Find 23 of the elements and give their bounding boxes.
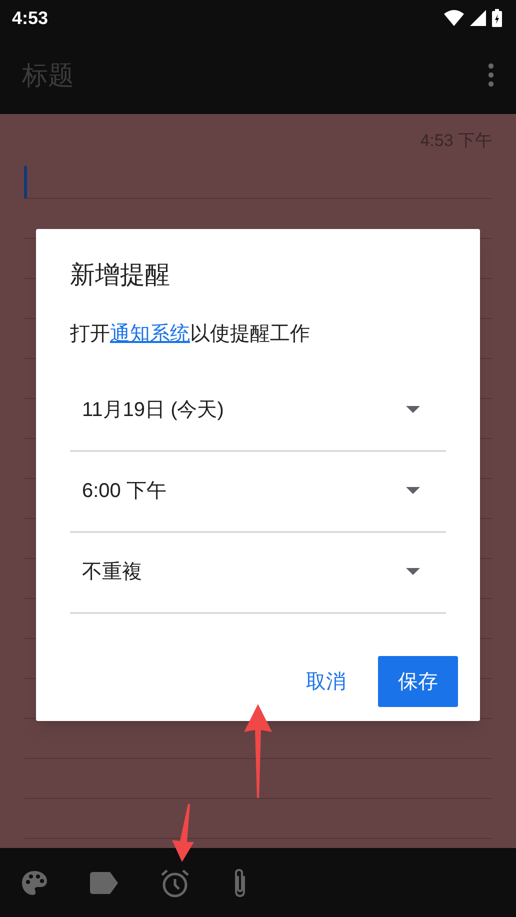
notification-settings-link[interactable]: 通知系统: [110, 322, 190, 344]
text-cursor: [24, 166, 27, 198]
dropdown-caret-icon: [406, 568, 420, 576]
permission-message: 打开通知系统以使提醒工作: [70, 322, 311, 346]
dropdown-field[interactable]: 不重複: [70, 532, 446, 614]
dialog-title: 新增提醒: [70, 260, 171, 291]
cancel-button[interactable]: 取消: [296, 656, 356, 707]
dropdown-field[interactable]: 11月19日 (今天): [70, 370, 446, 452]
more-options-icon[interactable]: [488, 63, 494, 87]
label-icon[interactable]: [90, 872, 118, 894]
dropdown-caret-icon: [406, 406, 420, 414]
paperclip-icon[interactable]: [232, 868, 248, 898]
alarm-clock-icon[interactable]: [160, 868, 190, 898]
battery-charging-icon: [492, 9, 502, 27]
signal-icon: [470, 10, 486, 26]
annotation-arrow-icon: [170, 804, 194, 862]
wifi-icon: [444, 10, 464, 26]
palette-icon[interactable]: [21, 870, 48, 896]
status-time: 4:53: [12, 6, 48, 30]
save-button[interactable]: 保存: [378, 656, 458, 707]
dropdown-caret-icon: [406, 487, 420, 495]
dropdown-field[interactable]: 6:00 下午: [70, 452, 446, 532]
annotation-arrow-icon: [244, 704, 272, 798]
